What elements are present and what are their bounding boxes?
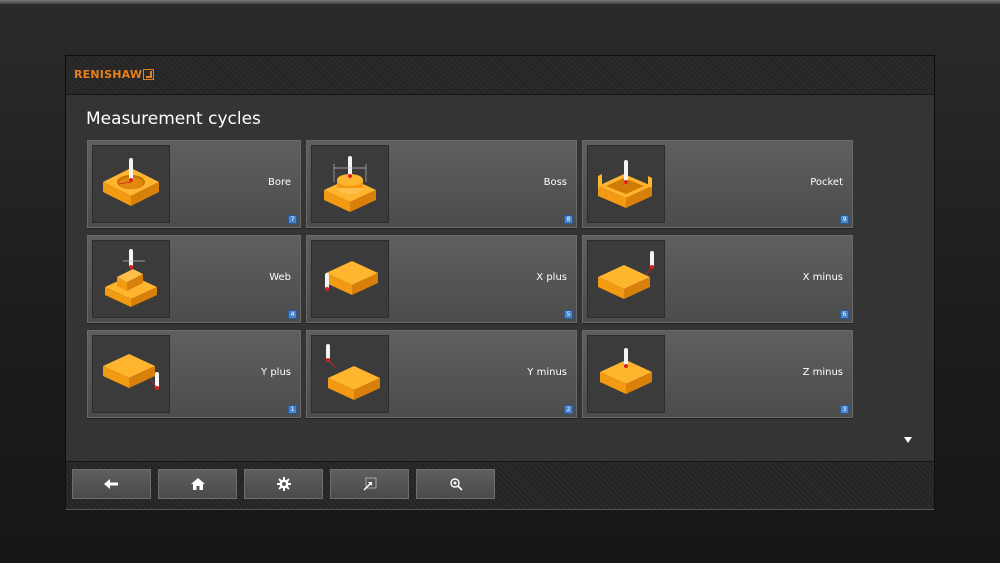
scroll-down-arrow-icon[interactable]: [904, 437, 912, 443]
shortcut-badge: 9: [840, 215, 849, 224]
probe-search-button[interactable]: [416, 469, 495, 499]
app-screen: RENISHAW Measurement cycles Bore 7 Boss …: [66, 56, 934, 509]
main-content: Measurement cycles Bore 7 Boss 8 Pocket …: [66, 95, 934, 461]
back-button[interactable]: [72, 469, 151, 499]
tile-label: Boss: [543, 177, 567, 188]
cycle-tile-web[interactable]: Web 4: [87, 235, 301, 323]
shortcut-badge: 6: [840, 310, 849, 319]
cycle-tile-bore[interactable]: Bore 7: [87, 140, 301, 228]
resize-button[interactable]: [330, 469, 409, 499]
page-title: Measurement cycles: [86, 109, 261, 129]
y-plus-icon: [92, 335, 170, 413]
settings-button[interactable]: [244, 469, 323, 499]
bezel-edge: [0, 0, 1000, 4]
probe-search-icon: [449, 478, 463, 491]
tile-label: Y plus: [261, 367, 291, 378]
resize-icon: [363, 477, 376, 491]
y-minus-icon: [311, 335, 389, 413]
cycle-tile-z-minus[interactable]: Z minus 3: [582, 330, 853, 418]
x-plus-icon: [311, 240, 389, 318]
renishaw-logo: RENISHAW: [74, 66, 155, 82]
shortcut-badge: 4: [288, 310, 297, 319]
cycle-tile-x-plus[interactable]: X plus 5: [306, 235, 577, 323]
home-button[interactable]: [158, 469, 237, 499]
bore-icon: [92, 145, 170, 223]
logo-text: RENISHAW: [74, 67, 143, 81]
shortcut-badge: 1: [288, 405, 297, 414]
tile-label: X plus: [536, 272, 567, 283]
pocket-icon: [587, 145, 665, 223]
cycle-tile-x-minus[interactable]: X minus 6: [582, 235, 853, 323]
back-arrow-icon: [103, 479, 118, 489]
gear-icon: [276, 477, 291, 491]
tile-label: Y minus: [527, 367, 567, 378]
tile-label: X minus: [802, 272, 843, 283]
z-minus-icon: [587, 335, 665, 413]
cycle-tile-y-plus[interactable]: Y plus 1: [87, 330, 301, 418]
tile-label: Web: [269, 272, 291, 283]
shortcut-badge: 7: [288, 215, 297, 224]
bottom-nav-bar: [66, 461, 934, 509]
tile-label: Z minus: [802, 367, 843, 378]
shortcut-badge: 5: [564, 310, 573, 319]
shortcut-badge: 8: [564, 215, 573, 224]
cycle-tile-y-minus[interactable]: Y minus 2: [306, 330, 577, 418]
home-icon: [190, 478, 205, 490]
tile-label: Bore: [267, 177, 291, 188]
cycle-tile-boss[interactable]: Boss 8: [306, 140, 577, 228]
shortcut-badge: 2: [564, 405, 573, 414]
logo-mark-icon: [143, 68, 155, 80]
x-minus-icon: [587, 240, 665, 318]
tile-label: Pocket: [810, 177, 843, 188]
shortcut-badge: 3: [840, 405, 849, 414]
top-bar: RENISHAW: [66, 56, 934, 95]
cycle-tile-pocket[interactable]: Pocket 9: [582, 140, 853, 228]
cycle-grid: Bore 7 Boss 8 Pocket 9 Web 4 X plus 5 X …: [87, 140, 853, 418]
boss-icon: [311, 145, 389, 223]
web-icon: [92, 240, 170, 318]
